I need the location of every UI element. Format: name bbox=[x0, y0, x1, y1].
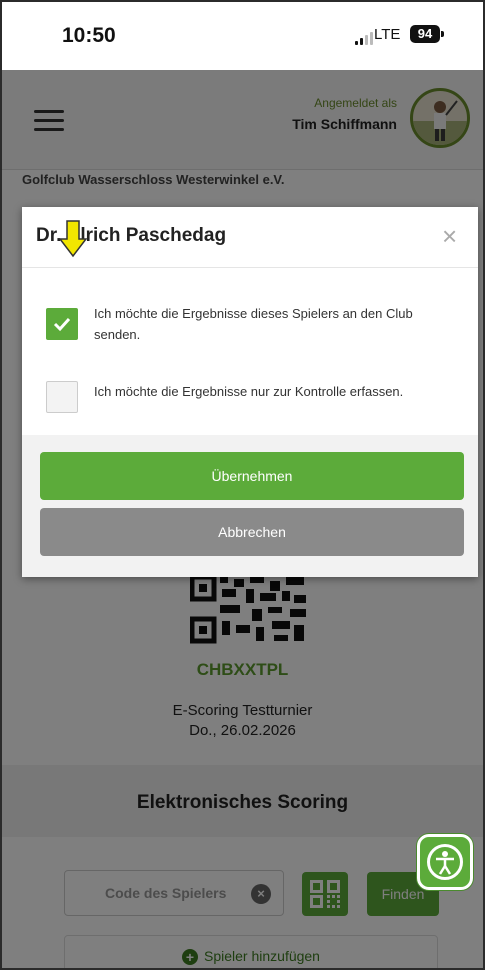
send-to-club-label[interactable]: Ich möchte die Ergebnisse dieses Spieler… bbox=[94, 303, 454, 345]
close-icon[interactable]: × bbox=[442, 221, 457, 252]
send-to-club-checkbox[interactable] bbox=[46, 308, 78, 340]
down-arrow-icon bbox=[58, 220, 88, 258]
control-only-label[interactable]: Ich möchte die Ergebnisse nur zur Kontro… bbox=[94, 381, 454, 402]
control-only-checkbox[interactable] bbox=[46, 381, 78, 413]
battery-icon: 94 bbox=[410, 25, 444, 43]
network-type: LTE bbox=[374, 26, 401, 43]
status-bar: 10:50 LTE 94 bbox=[2, 2, 483, 70]
confirm-button[interactable]: Übernehmen bbox=[40, 452, 464, 500]
checkmark-icon bbox=[53, 317, 71, 332]
cancel-button[interactable]: Abbrechen bbox=[40, 508, 464, 556]
phone-frame: 10:50 LTE 94 Angemeldet als Tim Schiffma… bbox=[0, 0, 485, 970]
status-time: 10:50 bbox=[62, 24, 116, 47]
player-dialog: Dr. Ulrich Paschedag × Ich möchte die Er… bbox=[22, 207, 478, 577]
accessibility-icon bbox=[427, 844, 463, 880]
accessibility-button[interactable] bbox=[417, 834, 473, 890]
signal-icon bbox=[355, 32, 373, 45]
divider bbox=[22, 267, 478, 268]
